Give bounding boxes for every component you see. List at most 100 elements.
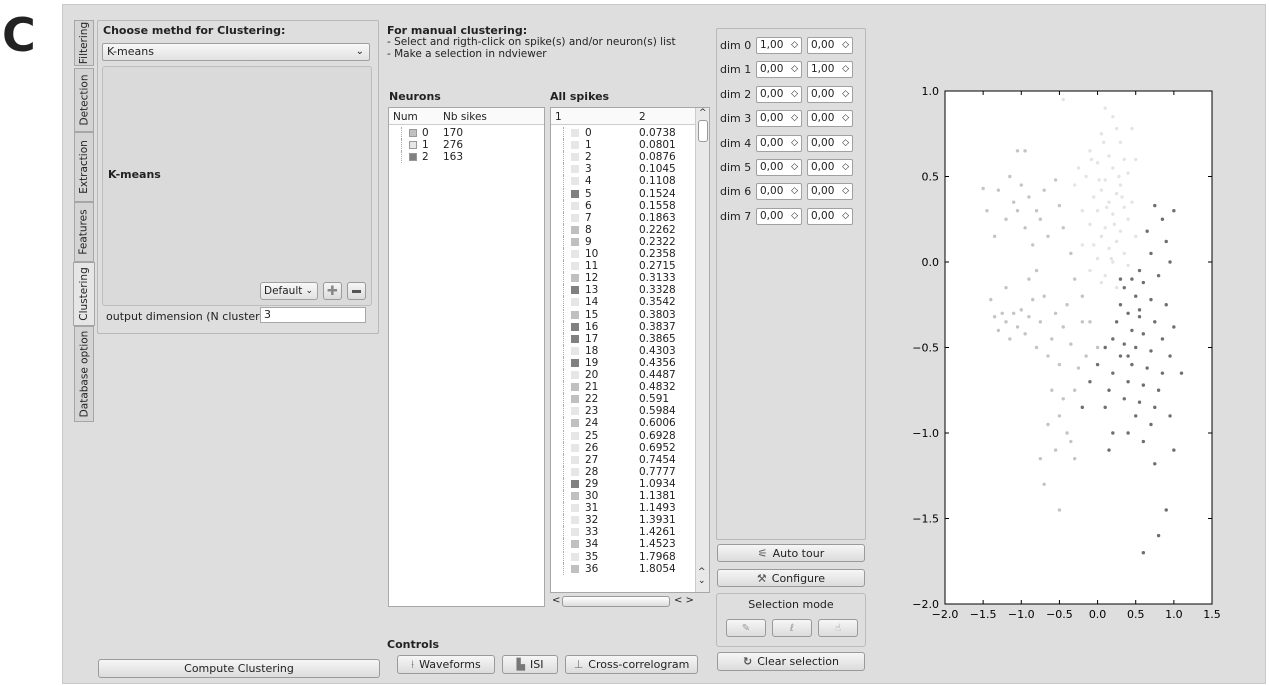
spike-row[interactable]: 12 0.3133 <box>551 272 693 285</box>
scatter-point[interactable] <box>1109 256 1114 261</box>
scatter-point[interactable] <box>1103 273 1107 278</box>
scatter-point[interactable] <box>1141 439 1146 444</box>
scatter-point[interactable] <box>1080 405 1085 410</box>
scatter-point[interactable] <box>1053 311 1058 315</box>
scatter-point[interactable] <box>1126 431 1130 435</box>
scatter-point[interactable] <box>1114 320 1119 324</box>
scatter-point[interactable] <box>1019 183 1023 187</box>
scatter-point[interactable] <box>1092 243 1096 247</box>
scatter-point[interactable] <box>1089 157 1094 162</box>
scatter-point[interactable] <box>1141 551 1146 555</box>
scatter-point[interactable] <box>1111 114 1115 119</box>
scatter-point[interactable] <box>1061 397 1065 401</box>
scatter-point[interactable] <box>1164 508 1168 512</box>
tab-extraction[interactable]: Extraction <box>74 132 94 202</box>
scatter-point[interactable] <box>1027 195 1031 199</box>
scatter-point[interactable] <box>1038 456 1043 461</box>
scatter-point[interactable] <box>1172 448 1176 452</box>
scatter-point[interactable] <box>1053 178 1058 182</box>
spike-row[interactable]: 6 0.1558 <box>551 199 693 212</box>
spike-row[interactable]: 0 0.0738 <box>551 127 693 139</box>
spike-row[interactable]: 29 1.0934 <box>551 477 693 490</box>
scatter-point[interactable] <box>1099 132 1104 136</box>
scatter-point[interactable] <box>1105 205 1109 209</box>
scatter-point[interactable] <box>1114 285 1119 290</box>
scatter-point[interactable] <box>1156 533 1161 538</box>
scatter-point[interactable] <box>1095 161 1100 165</box>
tab-filtering[interactable]: Filtering <box>74 20 94 66</box>
spike-row[interactable]: 17 0.3865 <box>551 332 693 345</box>
spike-row[interactable]: 13 0.3328 <box>551 284 693 297</box>
scatter-point[interactable] <box>1004 217 1008 221</box>
scatter-point[interactable] <box>1065 431 1069 435</box>
scatter-point[interactable] <box>1111 166 1115 170</box>
scatter-point[interactable] <box>1122 205 1126 209</box>
spike-row[interactable]: 1 0.0801 <box>551 139 693 152</box>
scatter-point[interactable] <box>1015 209 1020 213</box>
scatter-point[interactable] <box>1149 297 1153 302</box>
scatter-point[interactable] <box>1004 285 1008 290</box>
scatter-point[interactable] <box>1088 222 1092 227</box>
scatter-point[interactable] <box>1088 380 1092 384</box>
scatter-point[interactable] <box>1118 140 1123 144</box>
spin-arrows-icon[interactable]: ◇ <box>842 87 849 102</box>
scatter-point[interactable] <box>1164 239 1168 244</box>
scatter-point[interactable] <box>1141 383 1146 387</box>
scatter-point[interactable] <box>1080 294 1085 298</box>
scatter-point[interactable] <box>1095 256 1100 261</box>
compute-clustering-button[interactable]: Compute Clustering <box>98 659 380 678</box>
scatter-point[interactable] <box>1134 294 1138 298</box>
scatter-point[interactable] <box>1103 178 1107 182</box>
auto-tour-button[interactable]: ⚟ Auto tour <box>717 544 865 562</box>
scatter-point[interactable] <box>1137 308 1142 312</box>
scatter-point[interactable] <box>1004 320 1008 324</box>
scatter-point[interactable] <box>1137 400 1142 404</box>
scatter-point[interactable] <box>1019 308 1023 312</box>
scatter-point[interactable] <box>1160 371 1165 375</box>
neuron-row[interactable]: 0 170 <box>389 127 544 139</box>
scatter-point[interactable] <box>1141 332 1146 336</box>
dim-spinbox-a[interactable]: 0,00 ◇ <box>756 110 802 128</box>
scatter-point[interactable] <box>1126 380 1130 384</box>
scatter-point[interactable] <box>1118 354 1123 358</box>
scatter-point[interactable] <box>1042 482 1046 486</box>
spike-row[interactable]: 33 1.4261 <box>551 526 693 539</box>
scatter-point[interactable] <box>1027 277 1031 281</box>
scatter-point[interactable] <box>1111 260 1115 264</box>
scatter-point[interactable] <box>1099 188 1104 192</box>
scatter-point[interactable] <box>1149 251 1153 256</box>
scatter-point[interactable] <box>1015 149 1020 153</box>
scatter-point[interactable] <box>992 315 997 319</box>
scatter-point[interactable] <box>1080 243 1085 247</box>
scatter-point[interactable] <box>1034 209 1039 213</box>
scatter-point[interactable] <box>1179 371 1184 375</box>
scatter-point[interactable] <box>1153 320 1157 324</box>
horizontal-scrollbar[interactable]: < < > <box>552 595 694 609</box>
spike-row[interactable]: 18 0.4303 <box>551 344 693 357</box>
scatter-point[interactable] <box>1114 239 1119 244</box>
scatter-point[interactable] <box>1023 149 1027 153</box>
spike-row[interactable]: 15 0.3803 <box>551 308 693 321</box>
spike-row[interactable]: 5 0.1524 <box>551 187 693 200</box>
tab-clustering[interactable]: Clustering <box>73 262 95 326</box>
spin-arrows-icon[interactable]: ◇ <box>791 87 798 102</box>
scatter-point[interactable] <box>1164 303 1168 307</box>
scatter-point[interactable] <box>1114 126 1119 131</box>
spike-row[interactable]: 30 1.1381 <box>551 490 693 502</box>
tab-detection[interactable]: Detection <box>74 68 94 132</box>
scatter-point[interactable] <box>1042 188 1046 192</box>
scatter-point[interactable] <box>992 234 997 239</box>
spike-row[interactable]: 10 0.2358 <box>551 248 693 260</box>
scatter-point[interactable] <box>1134 157 1138 162</box>
scatter-point[interactable] <box>1168 354 1172 358</box>
spin-arrows-icon[interactable]: ◇ <box>842 38 849 53</box>
scatter-point[interactable] <box>1168 260 1172 264</box>
scatter-point[interactable] <box>1137 315 1142 319</box>
spike-row[interactable]: 2 0.0876 <box>551 151 693 164</box>
scatter-point[interactable] <box>1080 320 1085 324</box>
scatter-point[interactable] <box>1111 212 1115 216</box>
scatter-point[interactable] <box>1114 191 1119 196</box>
scatter-point[interactable] <box>1168 414 1172 418</box>
dim-spinbox-b[interactable]: 0,00 ◇ <box>807 159 853 176</box>
scatter-point[interactable] <box>996 188 1001 192</box>
